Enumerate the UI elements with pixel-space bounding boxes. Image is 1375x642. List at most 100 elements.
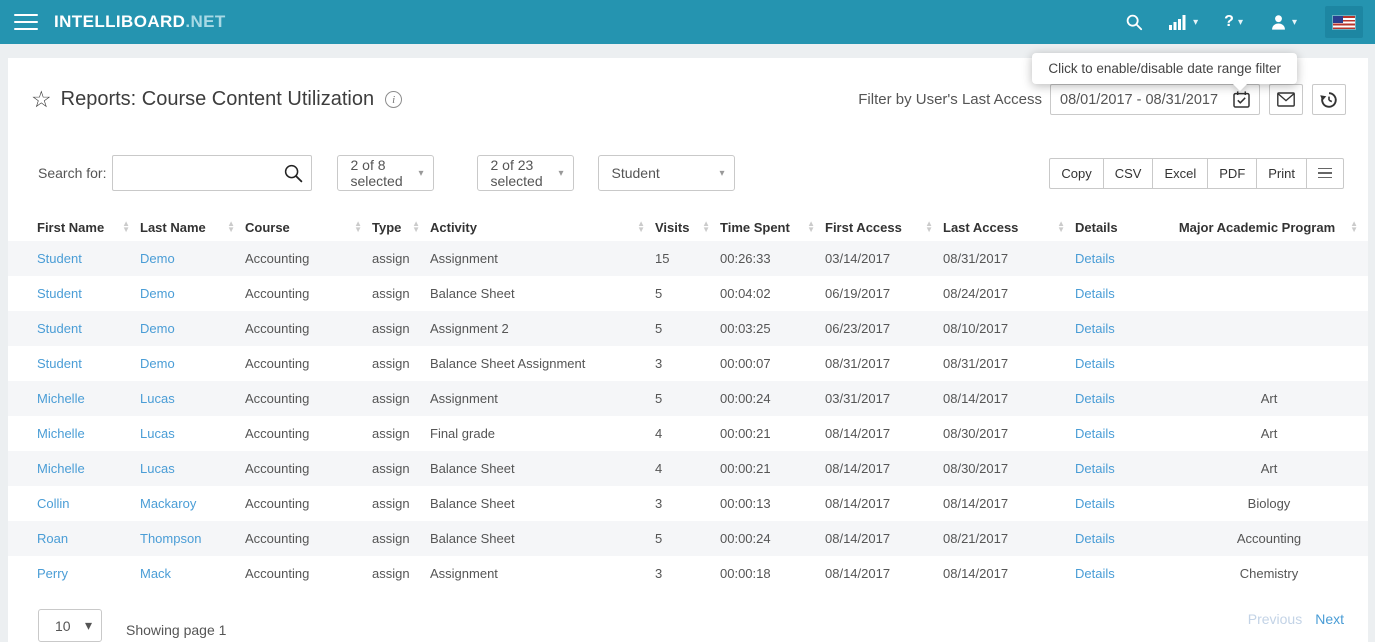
details-link[interactable]: Details [1075, 531, 1115, 546]
first_name-link[interactable]: Collin [37, 496, 70, 511]
search-icon[interactable] [283, 163, 303, 183]
last_name-link[interactable]: Lucas [140, 461, 175, 476]
columns-menu-button[interactable] [1306, 157, 1344, 189]
column-header-time_spent[interactable]: Time Spent ▲ ▼ [720, 213, 825, 241]
column-header-details: Details [1075, 219, 1118, 235]
sort-icon[interactable]: ▲ ▼ [702, 220, 710, 234]
cell-details: Details [1075, 416, 1170, 451]
last_name-link[interactable]: Mack [140, 566, 171, 581]
last_name-link[interactable]: Mackaroy [140, 496, 196, 511]
details-link[interactable]: Details [1075, 566, 1115, 581]
details-link[interactable]: Details [1075, 321, 1115, 336]
filter-value: Student [611, 165, 660, 181]
cell-major [1170, 346, 1368, 381]
sort-icon[interactable]: ▲ ▼ [925, 220, 933, 234]
first_name-link[interactable]: Roan [37, 531, 68, 546]
first_name-link[interactable]: Michelle [37, 461, 85, 476]
cell-last_name: Demo [140, 346, 245, 381]
cell-details: Details [1075, 346, 1170, 381]
details-link[interactable]: Details [1075, 286, 1115, 301]
export-button-group: Copy CSV Excel PDF Print [1049, 157, 1344, 189]
details-link[interactable]: Details [1075, 356, 1115, 371]
column-header-first_name[interactable]: First Name ▲ ▼ [8, 213, 140, 241]
sort-icon[interactable]: ▲ ▼ [354, 220, 362, 234]
date-range-input[interactable]: 08/01/2017 - 08/31/2017 [1050, 84, 1260, 115]
cell-major: Art [1170, 381, 1368, 416]
stats-dropdown[interactable]: ▾ [1169, 14, 1198, 30]
favorite-star-icon[interactable]: ☆ [31, 88, 52, 111]
envelope-icon [1277, 92, 1295, 107]
column-header-last_name[interactable]: Last Name ▲ ▼ [140, 213, 245, 241]
pdf-button[interactable]: PDF [1207, 157, 1258, 189]
sort-icon[interactable]: ▲ ▼ [807, 220, 815, 234]
cell-visits: 3 [655, 566, 663, 581]
sort-icon[interactable]: ▲ ▼ [227, 220, 235, 234]
column-header-activity[interactable]: Activity ▲ ▼ [430, 213, 655, 241]
info-icon[interactable]: i [385, 91, 403, 108]
first_name-link[interactable]: Perry [37, 566, 68, 581]
column-header-course[interactable]: Course ▲ ▼ [245, 213, 372, 241]
column-header-type[interactable]: Type ▲ ▼ [372, 213, 430, 241]
pagination: Previous Next [1248, 611, 1344, 627]
table-footer: 10 ▾ Showing page 1 Previous Next [8, 597, 1368, 642]
page-size-select[interactable]: 10 ▾ [38, 609, 102, 642]
search-input[interactable] [121, 165, 284, 181]
details-link[interactable]: Details [1075, 391, 1115, 406]
next-page-link[interactable]: Next [1315, 611, 1344, 627]
details-link[interactable]: Details [1075, 496, 1115, 511]
last_name-link[interactable]: Thompson [140, 531, 201, 546]
first_name-link[interactable]: Michelle [37, 391, 85, 406]
column-header-first_access[interactable]: First Access ▲ ▼ [825, 213, 943, 241]
details-link[interactable]: Details [1075, 251, 1115, 266]
language-flag-button[interactable] [1325, 6, 1363, 38]
calendar-check-icon[interactable] [1233, 91, 1250, 108]
sort-icon[interactable]: ▲ ▼ [1057, 220, 1065, 234]
first_name-link[interactable]: Student [37, 356, 82, 371]
last_name-link[interactable]: Lucas [140, 391, 175, 406]
cell-activity: Assignment [430, 566, 498, 581]
column-header-major[interactable]: Major Academic Program ▲ ▼ [1170, 213, 1368, 241]
courses-filter-select[interactable]: 2 of 8 selected ▾ [337, 155, 435, 191]
last_name-link[interactable]: Lucas [140, 426, 175, 441]
menu-icon[interactable] [14, 14, 38, 30]
first_name-link[interactable]: Student [37, 286, 82, 301]
details-link[interactable]: Details [1075, 461, 1115, 476]
cell-visits: 15 [655, 241, 720, 276]
filter-value: 2 of 8 selected [350, 157, 403, 189]
first_name-link[interactable]: Student [37, 251, 82, 266]
copy-button[interactable]: Copy [1049, 157, 1104, 189]
cell-last_access: 08/30/2017 [943, 426, 1009, 441]
role-filter-select[interactable]: Student ▾ [598, 155, 736, 191]
history-button[interactable] [1312, 84, 1346, 115]
user-dropdown[interactable]: ▾ [1269, 13, 1297, 31]
sort-icon[interactable]: ▲ ▼ [122, 220, 130, 234]
cell-details: Details [1075, 486, 1170, 521]
column-header-visits[interactable]: Visits ▲ ▼ [655, 213, 720, 241]
sort-icon[interactable]: ▲ ▼ [637, 220, 645, 234]
brand-logo[interactable]: INTELLIBOARD.NET [54, 12, 226, 32]
sort-icon[interactable]: ▲ ▼ [1350, 220, 1358, 234]
excel-button[interactable]: Excel [1152, 157, 1209, 189]
csv-button[interactable]: CSV [1102, 157, 1154, 189]
tooltip-text: Click to enable/disable date range filte… [1048, 61, 1281, 76]
search-icon[interactable] [1125, 13, 1143, 31]
email-report-button[interactable] [1269, 84, 1303, 115]
activities-filter-select[interactable]: 2 of 23 selected ▾ [477, 155, 575, 191]
details-link[interactable]: Details [1075, 426, 1115, 441]
column-header-last_access[interactable]: Last Access ▲ ▼ [943, 213, 1075, 241]
cell-course: Accounting [245, 566, 310, 581]
first_name-link[interactable]: Student [37, 321, 82, 336]
last_name-link[interactable]: Demo [140, 356, 175, 371]
first_name-link[interactable]: Michelle [37, 426, 85, 441]
sort-icon[interactable]: ▲ ▼ [412, 220, 420, 234]
last_name-link[interactable]: Demo [140, 251, 175, 266]
cell-visits: 3 [655, 356, 663, 371]
last_name-link[interactable]: Demo [140, 286, 175, 301]
cell-details: Details [1075, 276, 1170, 311]
cell-type: assign [372, 356, 410, 371]
print-button[interactable]: Print [1256, 157, 1307, 189]
date-filter-tooltip: Click to enable/disable date range filte… [1032, 53, 1297, 84]
help-dropdown[interactable]: ? ▾ [1224, 13, 1243, 31]
last_name-link[interactable]: Demo [140, 321, 175, 336]
page-size-value: 10 [55, 617, 71, 634]
